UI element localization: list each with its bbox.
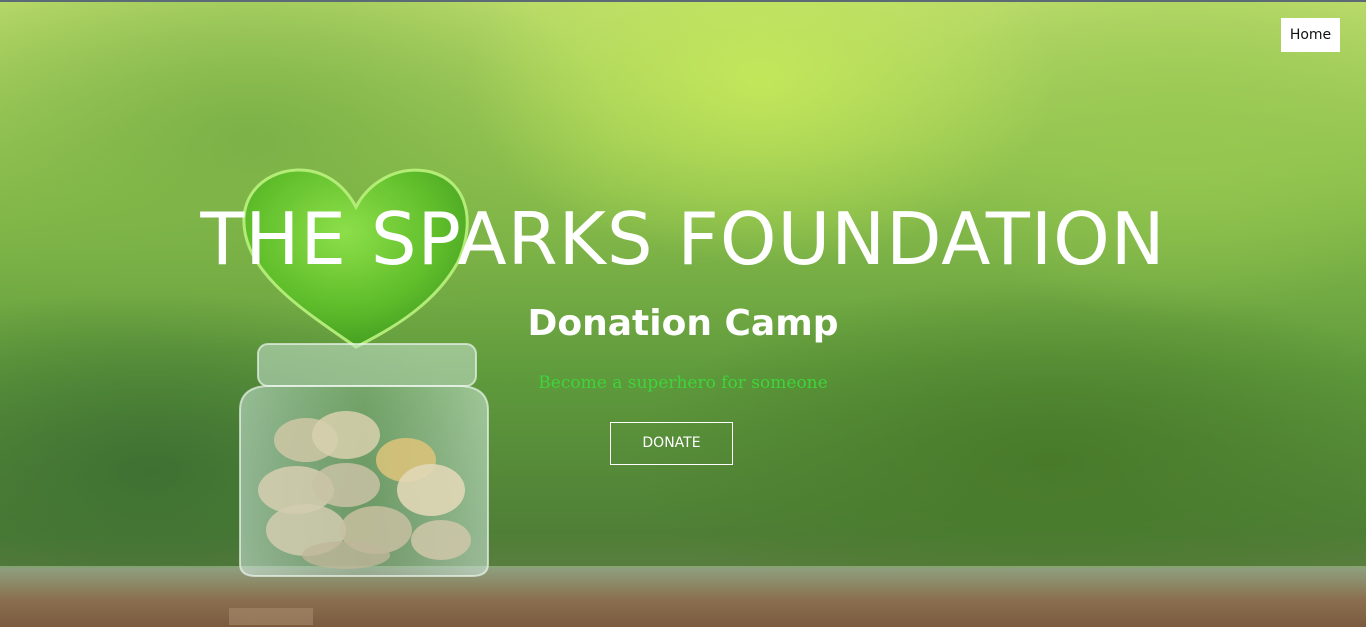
tagline: Become a superhero for someone [538, 373, 828, 393]
hero-section: Home THE SPARKS FOUNDATION Donation Camp… [0, 0, 1366, 627]
home-button[interactable]: Home [1281, 18, 1340, 52]
top-border [0, 0, 1366, 2]
table-surface [0, 568, 1366, 627]
image-caption [229, 608, 313, 625]
donate-button[interactable]: DONATE [610, 422, 733, 465]
page-subtitle: Donation Camp [527, 303, 839, 344]
page-title: THE SPARKS FOUNDATION [200, 197, 1166, 281]
